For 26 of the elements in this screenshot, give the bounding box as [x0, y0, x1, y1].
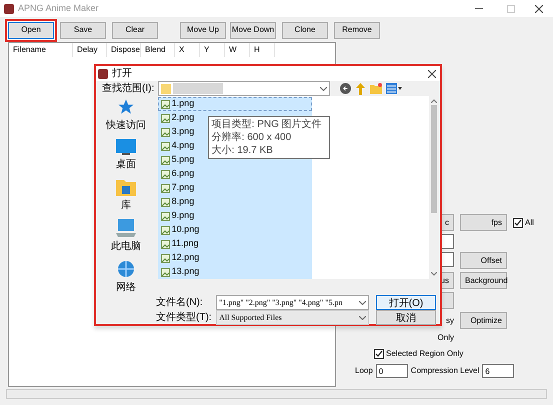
file-name: 13.png	[172, 265, 200, 278]
checkbox-label: Selected Region Only	[386, 348, 464, 360]
file-name-label: 文件名(N):	[156, 296, 204, 310]
checkbox-label: All	[525, 216, 534, 228]
file-name: 3.png	[172, 125, 194, 138]
file-name: 6.png	[172, 167, 194, 180]
window-title: APNG Anime Maker	[18, 2, 99, 15]
dialog-title: 打开	[112, 66, 132, 81]
file-name: 1.png	[172, 97, 194, 110]
file-name: 10.png	[172, 223, 200, 236]
look-in-label: 查找范围(I):	[102, 82, 154, 96]
option-label: Only	[438, 332, 454, 344]
file-name: 5.png	[172, 153, 194, 166]
file-name: 9.png	[172, 209, 194, 222]
file-name: 2.png	[172, 111, 194, 124]
loop-label: Loop	[355, 365, 373, 377]
compression-label: Compression Level	[410, 365, 480, 377]
tooltip-text: 项目类型: PNG 图片文件	[212, 118, 322, 131]
file-name: 12.png	[172, 251, 200, 264]
tooltip-text: 分辨率: 600 x 400	[212, 131, 292, 144]
file-type-label: 文件类型(T):	[156, 310, 212, 325]
file-name: 8.png	[172, 195, 194, 208]
file-name: 4.png	[172, 139, 194, 152]
file-name: 11.png	[172, 237, 199, 250]
file-name: 7.png	[172, 181, 194, 194]
option-label: sy	[446, 314, 454, 326]
